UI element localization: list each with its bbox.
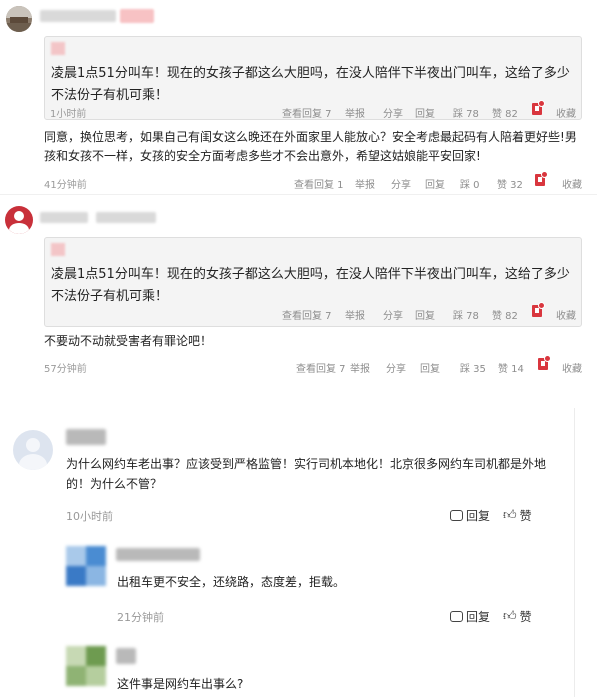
comment-3: 这件事是网约车出事么? [0,640,597,697]
reply-button[interactable]: 回复 [450,608,490,625]
dislike-link[interactable]: 踩 35 [460,360,486,375]
comment-text: 出租车更不安全，还绕路，态度差，拒载。 [117,575,346,589]
comment-bubble-icon [450,611,463,622]
dislike-link[interactable]: 踩 78 [453,307,479,322]
comment-2: 出租车更不安全，还绕路，态度差，拒载。 21分钟前 回复 👍︎ 赞 [0,540,597,630]
like-button[interactable]: 👍︎ 赞 [503,507,532,524]
thread-2: 凌晨1点51分叫车！现在的女孩子都这么大胆吗，在没人陪伴下半夜出门叫车，这给了多… [0,200,597,380]
username-redacted [40,212,88,223]
reply-text: 不要动不动就受害者有罪论吧！ [44,334,213,348]
view-replies-link[interactable]: 查看回复 7 [282,105,332,120]
red-flag-icon[interactable] [532,302,545,317]
reply-timestamp: 57分钟前 [44,364,87,375]
view-replies-link[interactable]: 查看回复 7 [282,307,332,322]
username-redacted [66,429,106,445]
like-label: 赞 [519,610,532,624]
reply-timestamp: 41分钟前 [44,180,87,191]
reply-button[interactable]: 回复 [450,507,490,524]
reply-link[interactable]: 回复 [420,360,440,375]
thumbs-up-icon: 👍︎ [503,508,517,523]
view-replies-link[interactable]: 查看回复 7 [296,360,346,375]
view-replies-link[interactable]: 查看回复 1 [294,176,344,191]
favorite-link[interactable]: 收藏 [556,307,576,322]
favorite-link[interactable]: 收藏 [556,105,576,120]
red-flag-icon[interactable] [538,355,551,370]
thread-1: 凌晨1点51分叫车！现在的女孩子都这么大胆吗，在没人陪伴下半夜出门叫车，这给了多… [0,0,597,195]
comment-1: 为什么网约车老出事？应该受到严格监管！实行司机本地化！北京很多网约车司机都是外地… [0,420,597,530]
share-link[interactable]: 分享 [386,360,406,375]
comment-text: 这件事是网约车出事么? [117,677,244,691]
avatar[interactable] [6,6,32,32]
reply-text: 同意，换位思考，如果自己有闺女这么晚还在外面家里人能放心？安全考虑最起码有人陪着… [44,130,577,163]
report-link[interactable]: 举报 [345,105,365,120]
favorite-link[interactable]: 收藏 [562,360,582,375]
user-avatar-icon[interactable] [5,206,33,234]
comment-text: 为什么网约车老出事？应该受到严格监管！实行司机本地化！北京很多网约车司机都是外地… [66,457,547,491]
reply-link[interactable]: 回复 [415,105,435,120]
user-badge-redacted [120,9,154,23]
report-link[interactable]: 举报 [355,176,375,191]
like-link[interactable]: 赞 82 [492,307,518,322]
avatar-redacted[interactable] [66,546,106,586]
username-redacted [40,10,116,22]
dislike-link[interactable]: 踩 78 [453,105,479,120]
dislike-link[interactable]: 踩 0 [460,176,480,191]
favorite-link[interactable]: 收藏 [562,176,582,191]
like-link[interactable]: 赞 32 [497,176,523,191]
quoted-comment-text: 凌晨1点51分叫车！现在的女孩子都这么大胆吗，在没人陪伴下半夜出门叫车，这给了多… [51,267,570,304]
report-link[interactable]: 举报 [345,307,365,322]
like-link[interactable]: 赞 82 [492,105,518,120]
quoted-comment-text: 凌晨1点51分叫车！现在的女孩子都这么大胆吗，在没人陪伴下半夜出门叫车，这给了多… [51,66,570,103]
comment-timestamp: 21分钟前 [117,611,164,624]
username-redacted [116,548,200,561]
divider [0,194,597,195]
like-button[interactable]: 👍︎ 赞 [503,608,532,625]
red-flag-icon[interactable] [535,171,548,186]
report-link[interactable]: 举报 [350,360,370,375]
share-link[interactable]: 分享 [383,307,403,322]
reply-link[interactable]: 回复 [425,176,445,191]
user-meta-redacted [96,212,156,223]
avatar-redacted[interactable] [66,646,106,686]
quoted-timestamp: 1小时前 [50,109,87,120]
share-link[interactable]: 分享 [383,105,403,120]
like-link[interactable]: 赞 14 [498,360,524,375]
share-link[interactable]: 分享 [391,176,411,191]
reply-link[interactable]: 回复 [415,307,435,322]
reply-label: 回复 [466,509,491,523]
username-redacted [116,648,136,664]
red-flag-icon[interactable] [532,100,545,115]
quoted-user-redacted [51,42,65,55]
thumbs-up-icon: 👍︎ [503,609,517,624]
quoted-user-redacted [51,243,65,256]
comment-bubble-icon [450,510,463,521]
comment-timestamp: 10小时前 [66,510,113,523]
reply-label: 回复 [466,610,491,624]
like-label: 赞 [519,509,532,523]
default-avatar-icon[interactable] [13,430,53,470]
